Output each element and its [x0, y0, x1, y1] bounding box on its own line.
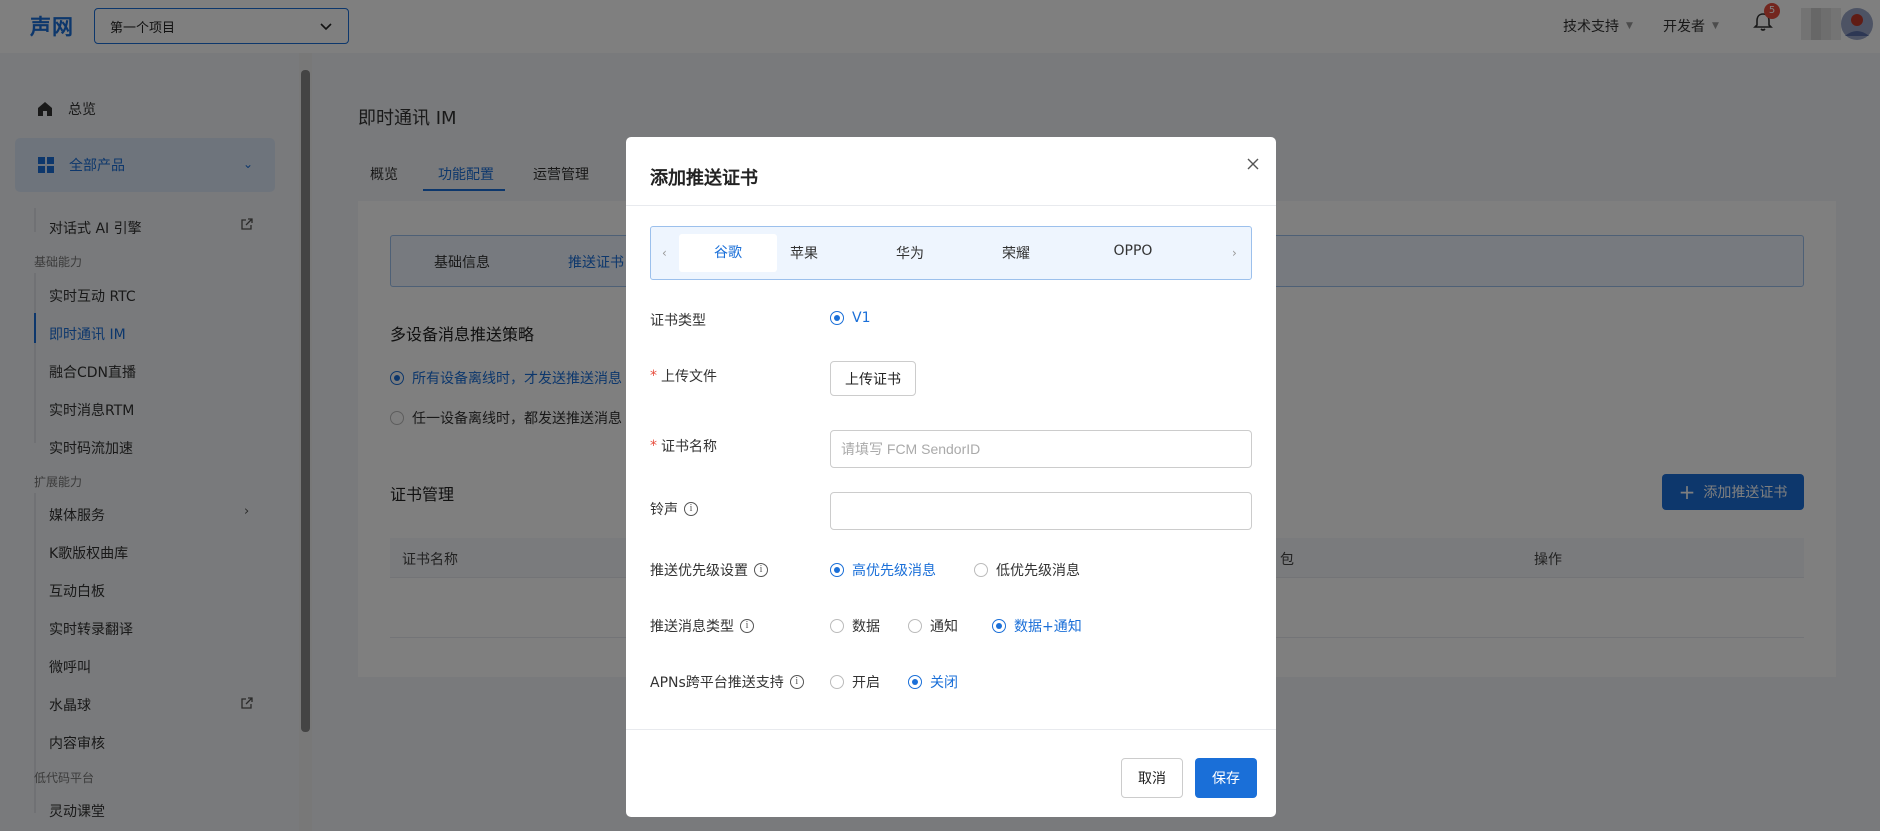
radio-unselected	[974, 563, 988, 577]
platform-tab-honor[interactable]: 荣耀	[998, 243, 1034, 263]
radio-unselected	[908, 619, 922, 633]
msgtype-option-data-label: 数据	[852, 619, 880, 635]
chevron-left-icon[interactable]: ‹	[662, 246, 667, 260]
msgtype-option-notification[interactable]: 通知	[908, 616, 958, 636]
cert-name-input[interactable]	[830, 430, 1252, 468]
radio-selected	[992, 619, 1006, 633]
ringtone-label: 铃声 i	[650, 499, 698, 519]
radio-selected	[830, 563, 844, 577]
priority-option-low-label: 低优先级消息	[996, 563, 1080, 579]
required-marker: *	[650, 368, 657, 384]
priority-option-high-label: 高优先级消息	[852, 563, 936, 579]
upload-file-label-text: 上传文件	[661, 369, 717, 385]
info-icon[interactable]: i	[754, 563, 768, 577]
msgtype-option-data[interactable]: 数据	[830, 616, 880, 636]
close-icon[interactable]	[1246, 157, 1260, 171]
msgtype-option-notification-label: 通知	[930, 619, 958, 635]
cert-name-label-text: 证书名称	[661, 439, 717, 455]
priority-label-text: 推送优先级设置	[650, 563, 748, 579]
divider	[626, 729, 1276, 730]
dialog-title: 添加推送证书	[650, 168, 758, 189]
radio-unselected	[830, 675, 844, 689]
chevron-right-icon[interactable]: ›	[1232, 246, 1237, 260]
divider	[626, 205, 1276, 206]
priority-label: 推送优先级设置 i	[650, 560, 768, 580]
apns-option-on[interactable]: 开启	[830, 672, 880, 692]
priority-radio-group: 高优先级消息 低优先级消息	[830, 560, 1118, 580]
msgtype-radio-group: 数据 通知 数据+通知	[830, 616, 1120, 636]
apns-label-text: APNs跨平台推送支持	[650, 675, 784, 691]
msgtype-label: 推送消息类型 i	[650, 616, 754, 636]
add-cert-dialog: 添加推送证书 ‹ 谷歌 苹果 华为 荣耀 OPPO › 证书类型 V1 * 上传文…	[626, 137, 1276, 817]
upload-file-label: * 上传文件	[650, 366, 717, 386]
cert-type-radio-group: V1	[830, 310, 908, 326]
priority-option-low[interactable]: 低优先级消息	[974, 560, 1080, 580]
cert-type-label-text: 证书类型	[650, 313, 706, 329]
apns-option-off-label: 关闭	[930, 675, 958, 691]
cert-type-label: 证书类型	[650, 310, 706, 330]
platform-tab-huawei[interactable]: 华为	[892, 243, 928, 263]
info-icon[interactable]: i	[684, 502, 698, 516]
apns-radio-group: 开启 关闭	[830, 672, 996, 692]
priority-option-high[interactable]: 高优先级消息	[830, 560, 936, 580]
platform-tab-google[interactable]: 谷歌	[679, 234, 777, 272]
save-button[interactable]: 保存	[1195, 758, 1257, 798]
info-icon[interactable]: i	[789, 675, 804, 689]
cert-type-option-v1[interactable]: V1	[830, 310, 870, 326]
msgtype-option-data-notification-label: 数据+通知	[1014, 619, 1082, 635]
ringtone-input[interactable]	[830, 492, 1252, 530]
msgtype-label-text: 推送消息类型	[650, 619, 734, 635]
cert-name-label: * 证书名称	[650, 436, 717, 456]
radio-selected	[908, 675, 922, 689]
apns-option-off[interactable]: 关闭	[908, 672, 958, 692]
radio-unselected	[830, 619, 844, 633]
cancel-button[interactable]: 取消	[1121, 758, 1183, 798]
ringtone-label-text: 铃声	[650, 502, 678, 518]
info-icon[interactable]: i	[740, 619, 754, 633]
platform-tab-oppo[interactable]: OPPO	[1109, 243, 1157, 259]
required-marker: *	[650, 438, 657, 454]
apns-option-on-label: 开启	[852, 675, 880, 691]
apns-label: APNs跨平台推送支持 i	[650, 672, 804, 692]
radio-selected	[830, 311, 844, 325]
platform-tab-apple[interactable]: 苹果	[786, 243, 822, 263]
upload-cert-button[interactable]: 上传证书	[830, 361, 916, 396]
cert-type-option-v1-label: V1	[852, 310, 871, 326]
msgtype-option-data-notification[interactable]: 数据+通知	[992, 616, 1082, 636]
platform-tabs: ‹ 谷歌 苹果 华为 荣耀 OPPO ›	[650, 226, 1252, 280]
